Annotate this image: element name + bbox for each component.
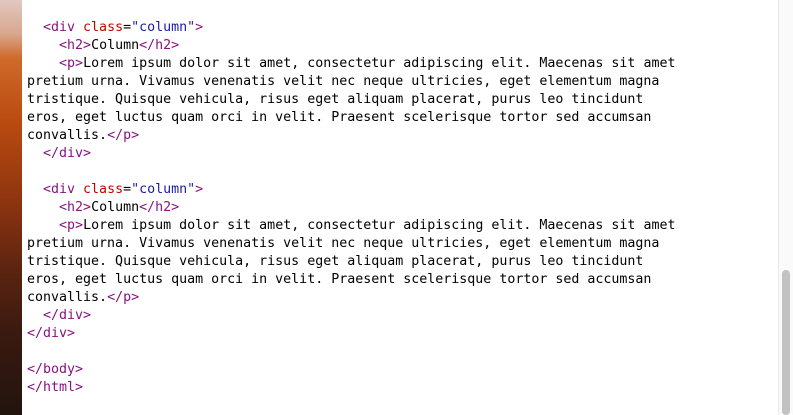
code-tag-token: <div	[43, 182, 84, 197]
code-tag-token: <p>	[59, 56, 84, 71]
code-line: eros, eget luctus quam orci in velit. Pr…	[27, 109, 772, 127]
code-text-token: tristique. Quisque vehicula, risus eget …	[27, 254, 644, 269]
code-tag-token: </div>	[27, 326, 76, 341]
code-tag-token: </div>	[43, 146, 92, 161]
code-tag-token: <p>	[59, 218, 84, 233]
code-line: <h2>Column</h2>	[27, 199, 772, 217]
code-attribute-token: class	[83, 182, 124, 197]
code-tag-token: </div>	[43, 308, 92, 323]
vertical-scrollbar[interactable]	[778, 0, 793, 415]
code-line: </html>	[27, 379, 772, 397]
code-line: </div>	[27, 325, 772, 343]
code-line: <div class="column">	[27, 19, 772, 37]
code-line: eros, eget luctus quam orci in velit. Pr…	[27, 271, 772, 289]
code-tag-token: </p>	[107, 128, 140, 143]
code-text-token: Lorem ipsum dolor sit amet, consectetur …	[83, 56, 676, 71]
code-tag-token: >	[195, 182, 204, 197]
code-text-token: eros, eget luctus quam orci in velit. Pr…	[27, 272, 652, 287]
code-line: </body>	[27, 361, 772, 379]
code-line: pretium urna. Vivamus venenatis velit ne…	[27, 73, 772, 91]
source-code-view[interactable]: <div class="column"> <h2>Column</h2> <p>…	[27, 19, 772, 397]
code-line: pretium urna. Vivamus venenatis velit ne…	[27, 235, 772, 253]
code-line: <p>Lorem ipsum dolor sit amet, consectet…	[27, 217, 772, 235]
code-text-token: pretium urna. Vivamus venenatis velit ne…	[27, 236, 660, 251]
code-tag-token: </h2>	[139, 38, 180, 53]
code-line: <p>Lorem ipsum dolor sit amet, consectet…	[27, 55, 772, 73]
code-tag-token: <h2>	[59, 200, 92, 215]
code-text-token: pretium urna. Vivamus venenatis velit ne…	[27, 74, 660, 89]
code-text-token: Lorem ipsum dolor sit amet, consectetur …	[83, 218, 676, 233]
code-text-token: tristique. Quisque vehicula, risus eget …	[27, 92, 644, 107]
code-text-token: Column	[91, 200, 140, 215]
code-value-token: "column"	[131, 20, 196, 35]
code-text-token: eros, eget luctus quam orci in velit. Pr…	[27, 110, 652, 125]
code-line: </div>	[27, 145, 772, 163]
code-text-token: Column	[91, 38, 140, 53]
code-line: convallis.</p>	[27, 289, 772, 307]
desktop-wallpaper	[0, 0, 22, 415]
code-line: </div>	[27, 307, 772, 325]
source-view-window: <div class="column"> <h2>Column</h2> <p>…	[22, 0, 793, 415]
code-value-token: "column"	[131, 182, 196, 197]
code-line: <h2>Column</h2>	[27, 37, 772, 55]
code-line: <div class="column">	[27, 181, 772, 199]
code-tag-token: >	[195, 20, 204, 35]
code-line: tristique. Quisque vehicula, risus eget …	[27, 91, 772, 109]
code-line: tristique. Quisque vehicula, risus eget …	[27, 253, 772, 271]
code-attribute-token: class	[83, 20, 124, 35]
code-tag-token: </html>	[27, 380, 84, 395]
code-tag-token: </h2>	[139, 200, 180, 215]
code-tag-token: <h2>	[59, 38, 92, 53]
code-text-token: =	[123, 20, 132, 35]
scrollbar-thumb[interactable]	[782, 270, 790, 415]
code-tag-token: </body>	[27, 362, 84, 377]
code-text-token: convallis.	[27, 128, 108, 143]
code-text-token: =	[123, 182, 132, 197]
code-tag-token: </p>	[107, 290, 140, 305]
code-tag-token: <div	[43, 20, 84, 35]
code-line: convallis.</p>	[27, 127, 772, 145]
code-text-token: convallis.	[27, 290, 108, 305]
